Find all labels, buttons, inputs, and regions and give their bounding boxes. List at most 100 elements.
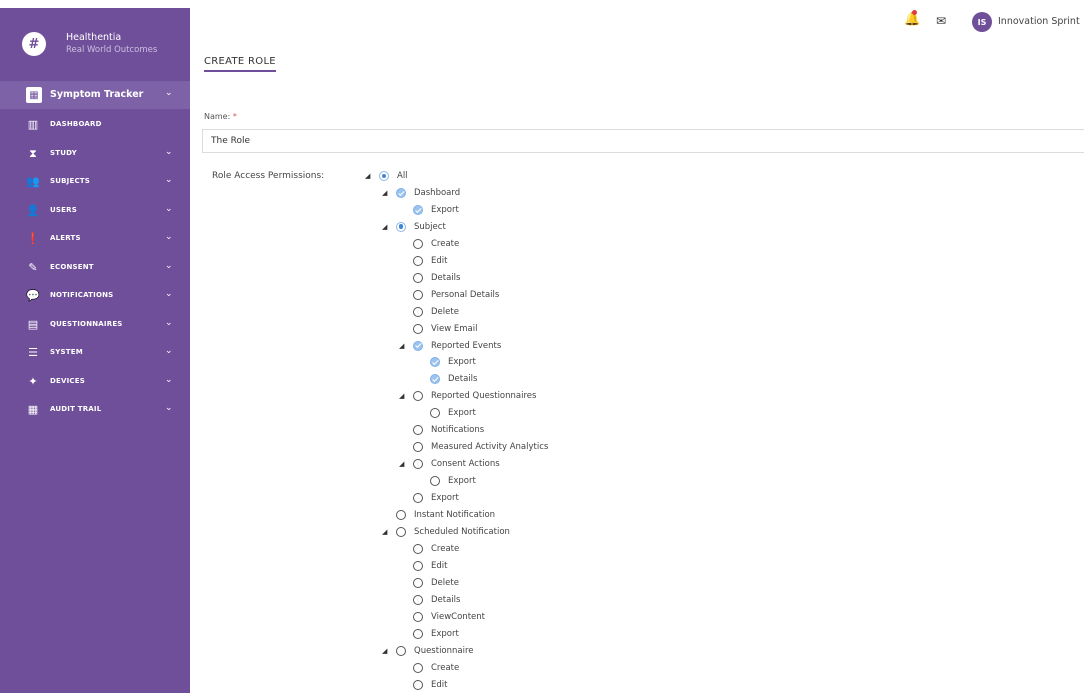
- notification-dot: [912, 10, 917, 15]
- tree-node-label: Measured Activity Analytics: [431, 442, 549, 453]
- permission-checkbox[interactable]: [413, 577, 423, 588]
- permission-checkbox[interactable]: [413, 340, 423, 351]
- expand-triangle-icon[interactable]: ◢: [399, 460, 404, 468]
- module-selector[interactable]: ▦ Symptom Tracker ⌄: [0, 81, 190, 109]
- expand-triangle-icon[interactable]: ◢: [399, 392, 404, 400]
- chevron-down-icon[interactable]: ⌄: [165, 403, 173, 413]
- brand-name: Healthentia: [66, 32, 122, 43]
- sidebar-item-questionnaires[interactable]: ▤ QUESTIONNAIRES ⌄: [0, 316, 190, 336]
- permission-checkbox[interactable]: [413, 323, 423, 334]
- permission-checkbox[interactable]: [413, 611, 423, 622]
- pencil-icon: ✎: [28, 260, 38, 274]
- tree-node-label: Export: [448, 476, 476, 487]
- expand-triangle-icon[interactable]: ◢: [365, 172, 370, 180]
- page-title: CREATE ROLE: [204, 56, 276, 67]
- tree-node-label: Reported Events: [431, 340, 502, 351]
- chevron-down-icon[interactable]: ⌄: [165, 375, 173, 385]
- user-menu[interactable]: Innovation Sprint ⌄: [998, 16, 1084, 27]
- sidebar-item-label: ECONSENT: [50, 262, 94, 271]
- tree-node-label: Export: [431, 204, 459, 215]
- permission-checkbox[interactable]: [413, 425, 423, 436]
- sidebar-item-econsent[interactable]: ✎ ECONSENT ⌄: [0, 259, 190, 279]
- permission-checkbox[interactable]: [413, 560, 423, 571]
- permission-checkbox[interactable]: [396, 510, 406, 520]
- sidebar-item-label: AUDIT TRAIL: [50, 405, 102, 413]
- name-label: Name: *: [204, 112, 237, 121]
- tree-node-label: Subject: [414, 221, 446, 232]
- brand[interactable]: # Healthentia Real World Outcomes: [0, 8, 190, 80]
- tree-node-label: Export: [431, 628, 459, 639]
- permission-checkbox[interactable]: [430, 374, 440, 385]
- chevron-down-icon[interactable]: ⌄: [165, 289, 173, 299]
- permission-checkbox[interactable]: [430, 408, 440, 419]
- sidebar-item-label: USERS: [50, 205, 77, 214]
- sidebar-item-system[interactable]: ☰ SYSTEM ⌄: [0, 344, 190, 364]
- permission-checkbox[interactable]: [379, 171, 389, 181]
- tree-node-label: Consent Actions: [431, 459, 500, 470]
- expand-triangle-icon[interactable]: ◢: [382, 189, 387, 197]
- permission-checkbox[interactable]: [396, 645, 406, 656]
- chevron-down-icon[interactable]: ⌄: [165, 346, 173, 356]
- permission-checkbox[interactable]: [396, 526, 406, 537]
- sidebar-item-notifications[interactable]: 💬 NOTIFICATIONS ⌄: [0, 287, 190, 307]
- permission-checkbox[interactable]: [413, 493, 423, 504]
- permission-checkbox[interactable]: [413, 272, 423, 283]
- permission-checkbox[interactable]: [413, 255, 423, 266]
- sidebar-item-audit-trail[interactable]: ▦ AUDIT TRAIL ⌄: [0, 401, 190, 421]
- permission-checkbox[interactable]: [413, 628, 423, 639]
- permission-checkbox[interactable]: [396, 187, 406, 198]
- expand-triangle-icon[interactable]: ◢: [382, 647, 387, 655]
- permission-checkbox[interactable]: [430, 476, 440, 487]
- tree-node-label: Delete: [431, 577, 459, 588]
- tree-node-label: Export: [448, 408, 476, 419]
- sidebar-item-label: SYSTEM: [50, 348, 83, 356]
- tree-node-label: Instant Notification: [414, 510, 496, 520]
- chevron-down-icon[interactable]: ⌄: [165, 147, 173, 157]
- chevron-down-icon[interactable]: ⌄: [165, 204, 173, 214]
- bar-chart-icon: ▥: [27, 118, 39, 131]
- permission-checkbox[interactable]: [413, 391, 423, 402]
- chevron-down-icon[interactable]: ⌄: [165, 261, 173, 271]
- permission-checkbox[interactable]: [413, 204, 423, 215]
- sidebar-item-label: ALERTS: [50, 234, 81, 242]
- sidebar-item-alerts[interactable]: ❗ ALERTS ⌄: [0, 230, 190, 250]
- sliders-icon: ☰: [28, 346, 38, 359]
- avatar[interactable]: IS: [972, 12, 992, 32]
- brand-subtitle: Real World Outcomes: [66, 45, 158, 55]
- chevron-down-icon: ⌄: [165, 88, 173, 98]
- permission-checkbox[interactable]: [413, 679, 423, 690]
- permission-checkbox[interactable]: [396, 221, 406, 232]
- sidebar-item-study[interactable]: ⧗ STUDY ⌄: [0, 145, 190, 165]
- permission-checkbox[interactable]: [413, 238, 423, 249]
- sidebar-item-label: DEVICES: [50, 376, 85, 385]
- chevron-down-icon[interactable]: ⌄: [165, 232, 173, 242]
- expand-triangle-icon[interactable]: ◢: [382, 223, 387, 231]
- tree-node-label: Personal Details: [431, 289, 500, 300]
- permission-checkbox[interactable]: [413, 662, 423, 673]
- permission-checkbox[interactable]: [413, 594, 423, 605]
- chevron-down-icon[interactable]: ⌄: [165, 175, 173, 185]
- permission-checkbox[interactable]: [413, 442, 423, 453]
- sidebar-item-dashboard[interactable]: ▥ DASHBOARD: [0, 116, 190, 136]
- permission-checkbox[interactable]: [413, 306, 423, 317]
- mail-icon[interactable]: ✉: [936, 14, 946, 28]
- permission-checkbox[interactable]: [413, 459, 423, 470]
- permission-checkbox[interactable]: [413, 289, 423, 300]
- sidebar-item-users[interactable]: 👤 USERS ⌄: [0, 202, 190, 222]
- tree-node-label: Delete: [431, 306, 459, 317]
- permission-checkbox[interactable]: [413, 543, 423, 554]
- sidebar-item-subjects[interactable]: 👥 SUBJECTS ⌄: [0, 173, 190, 193]
- clipboard-icon: ▤: [27, 317, 39, 331]
- expand-triangle-icon[interactable]: ◢: [382, 528, 387, 536]
- sidebar-item-label: QUESTIONNAIRES: [50, 319, 123, 328]
- tree-node-label: ViewContent: [431, 611, 485, 622]
- tree-node-label: Details: [431, 272, 461, 283]
- healthentia-logo-icon: #: [22, 32, 46, 56]
- sidebar-item-devices[interactable]: ✦ DEVICES ⌄: [0, 373, 190, 393]
- permission-checkbox[interactable]: [430, 357, 440, 368]
- name-input[interactable]: [202, 129, 1084, 153]
- sidebar-item-label: STUDY: [50, 148, 77, 157]
- expand-triangle-icon[interactable]: ◢: [399, 342, 404, 350]
- title-underline: [204, 70, 276, 72]
- chevron-down-icon[interactable]: ⌄: [165, 318, 173, 328]
